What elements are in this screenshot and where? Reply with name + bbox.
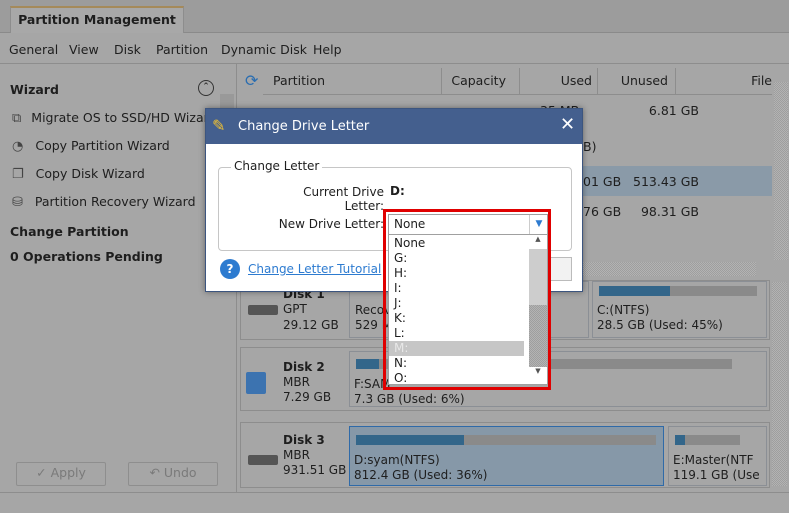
app-wand-icon: ✎ (212, 116, 226, 135)
partition-d-selected[interactable]: D:syam(NTFS) 812.4 GB (Used: 36%) (349, 426, 664, 486)
refresh-icon[interactable]: ⟳ (245, 71, 258, 90)
copy-partition-icon: ◔ (12, 139, 24, 154)
current-letter-value: D: (390, 184, 405, 198)
disk-3-row[interactable]: Disk 3 MBR 931.51 GB D:syam(NTFS) 812.4 … (240, 422, 770, 488)
close-icon[interactable]: ✕ (560, 114, 575, 135)
column-used[interactable]: Used (520, 68, 598, 94)
recovery-icon: ⛁ (12, 195, 23, 210)
wizard-copy-partition[interactable]: ◔ Copy Partition Wizard (12, 138, 170, 154)
wizard-partition-recovery[interactable]: ⛁ Partition Recovery Wizard (12, 194, 196, 210)
apply-button[interactable]: ✓ Apply (16, 462, 106, 486)
menu-general[interactable]: General (9, 42, 58, 57)
usage-bar (675, 435, 740, 445)
sidebar: Wizard ⌃ ⧉ Migrate OS to SSD/HD Wizard ◔ C… (0, 64, 237, 492)
check-icon: ✓ (36, 465, 51, 480)
menu-bar: General View Disk Partition Dynamic Disk… (0, 33, 789, 64)
usage-bar (599, 286, 757, 296)
row-used: B) (583, 139, 597, 154)
partition-c[interactable]: C:(NTFS) 28.5 GB (Used: 45%) (592, 281, 767, 338)
column-unused[interactable]: Unused (598, 68, 676, 94)
wizard-copy-disk[interactable]: ❐ Copy Disk Wizard (12, 166, 145, 182)
undo-icon: ↶ (149, 465, 164, 480)
highlight-box (383, 209, 551, 390)
column-file[interactable]: File (676, 68, 772, 94)
usage-bar (356, 435, 656, 445)
menu-help[interactable]: Help (313, 42, 342, 57)
operations-pending: 0 Operations Pending (10, 249, 163, 264)
row-unused: 98.31 GB (640, 204, 699, 219)
dialog-title-bar: ✎ Change Drive Letter ✕ (206, 109, 582, 144)
menu-disk[interactable]: Disk (114, 42, 141, 57)
undo-button[interactable]: ↶ Undo (128, 462, 218, 486)
row-unused: 6.81 GB (648, 103, 699, 118)
row-unused: 513.43 GB (633, 174, 699, 189)
wizard-heading: Wizard (10, 82, 59, 97)
change-partition-heading: Change Partition (10, 224, 129, 239)
copy-disk-icon: ❐ (12, 167, 24, 182)
table-vertical-scrollbar[interactable] (774, 82, 788, 260)
new-letter-label: New Drive Letter: (278, 217, 384, 231)
tutorial-link[interactable]: Change Letter Tutorial (248, 262, 381, 276)
dialog-title: Change Drive Letter (238, 119, 370, 134)
row-used: 01 GB (583, 174, 622, 189)
menu-partition[interactable]: Partition (156, 42, 208, 57)
menu-dynamic-disk[interactable]: Dynamic Disk (221, 42, 307, 57)
status-divider (0, 492, 789, 493)
disk-map-scrollbar[interactable] (772, 282, 787, 486)
row-used: 76 GB (583, 204, 622, 219)
hdd-icon (248, 305, 278, 315)
partition-e[interactable]: E:Master(NTF 119.1 GB (Use (668, 426, 767, 486)
group-label: Change Letter (231, 159, 323, 173)
tab-partition-management[interactable]: Partition Management (10, 6, 184, 33)
hdd-icon (248, 455, 278, 465)
column-capacity[interactable]: Capacity (442, 68, 520, 94)
collapse-icon[interactable]: ⌃ (198, 80, 214, 96)
column-partition[interactable]: Partition (263, 68, 442, 94)
migrate-icon: ⧉ (12, 111, 22, 126)
wizard-migrate[interactable]: ⧉ Migrate OS to SSD/HD Wizard (12, 110, 216, 126)
menu-view[interactable]: View (69, 42, 99, 57)
usb-drive-icon (246, 372, 266, 394)
help-icon: ? (220, 259, 240, 279)
current-letter-label: Current Drive Letter: (303, 185, 384, 213)
